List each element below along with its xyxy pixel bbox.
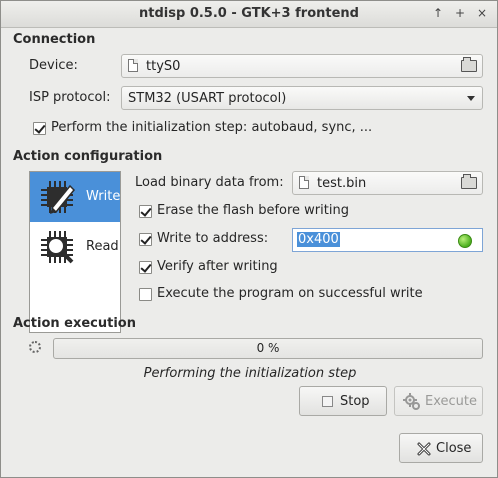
dropdown-arrow-icon bbox=[467, 96, 475, 101]
chip-write-icon bbox=[41, 181, 76, 214]
binary-file-field[interactable]: test.bin bbox=[292, 171, 483, 195]
init-step-checkbox[interactable] bbox=[33, 122, 46, 135]
maximize-button[interactable]: + bbox=[453, 6, 467, 20]
status-text: Performing the initialization step bbox=[143, 366, 357, 381]
action-execution-heading: Action execution bbox=[13, 316, 136, 331]
close-button-label: Close bbox=[436, 441, 472, 456]
main-window: ntdisp 0.5.0 - GTK+3 frontend ↑ + × Conn… bbox=[0, 0, 498, 478]
isp-protocol-select[interactable]: STM32 (USART protocol) bbox=[121, 86, 483, 110]
close-window-button[interactable]: × bbox=[475, 6, 489, 20]
folder-icon[interactable] bbox=[461, 57, 477, 72]
close-button[interactable]: Close bbox=[399, 433, 483, 463]
window-title: ntdisp 0.5.0 - GTK+3 frontend bbox=[139, 6, 359, 21]
mode-write-label: Write bbox=[86, 189, 121, 204]
device-value: ttyS0 bbox=[146, 59, 181, 74]
execute-program-label: Execute the program on successful write bbox=[157, 286, 423, 301]
folder-icon[interactable] bbox=[461, 174, 477, 189]
stop-button[interactable]: Stop bbox=[299, 386, 387, 416]
device-label: Device: bbox=[29, 58, 78, 73]
erase-flash-checkbox[interactable] bbox=[139, 205, 152, 218]
execute-button[interactable]: Execute bbox=[394, 386, 483, 416]
file-icon bbox=[299, 176, 309, 189]
device-field[interactable]: ttyS0 bbox=[121, 54, 483, 78]
write-address-value: 0x400 bbox=[297, 232, 340, 247]
mode-write[interactable]: Write bbox=[30, 172, 120, 222]
spinner-icon bbox=[29, 341, 41, 353]
connection-heading: Connection bbox=[13, 32, 96, 47]
progress-bar: 0 % bbox=[53, 338, 483, 359]
stop-button-label: Stop bbox=[340, 394, 370, 409]
verify-checkbox[interactable] bbox=[139, 261, 152, 274]
write-address-input[interactable]: 0x400 bbox=[292, 228, 483, 252]
close-icon bbox=[417, 442, 431, 456]
isp-protocol-label: ISP protocol: bbox=[29, 90, 111, 105]
mode-read-label: Read bbox=[86, 239, 119, 254]
gears-icon bbox=[403, 393, 420, 410]
chip-read-icon bbox=[41, 231, 74, 264]
init-step-label: Perform the initialization step: autobau… bbox=[51, 120, 373, 135]
load-binary-label: Load binary data from: bbox=[135, 175, 284, 190]
write-address-label: Write to address: bbox=[157, 231, 269, 246]
mode-read[interactable]: Read bbox=[30, 222, 120, 272]
stop-icon bbox=[322, 396, 333, 407]
isp-protocol-value: STM32 (USART protocol) bbox=[128, 91, 287, 106]
erase-flash-label: Erase the flash before writing bbox=[157, 203, 349, 218]
mode-list: Write Read bbox=[29, 171, 121, 333]
file-icon bbox=[128, 59, 138, 72]
progress-text: 0 % bbox=[256, 341, 280, 355]
execute-program-checkbox[interactable] bbox=[139, 288, 152, 301]
keep-above-button[interactable]: ↑ bbox=[431, 6, 445, 20]
binary-file-value: test.bin bbox=[317, 176, 367, 191]
write-address-checkbox[interactable] bbox=[139, 233, 152, 246]
verify-label: Verify after writing bbox=[157, 259, 278, 274]
execute-button-label: Execute bbox=[425, 394, 477, 409]
valid-indicator-icon bbox=[458, 234, 472, 248]
action-config-heading: Action configuration bbox=[13, 149, 163, 164]
title-bar[interactable]: ntdisp 0.5.0 - GTK+3 frontend ↑ + × bbox=[1, 1, 497, 28]
